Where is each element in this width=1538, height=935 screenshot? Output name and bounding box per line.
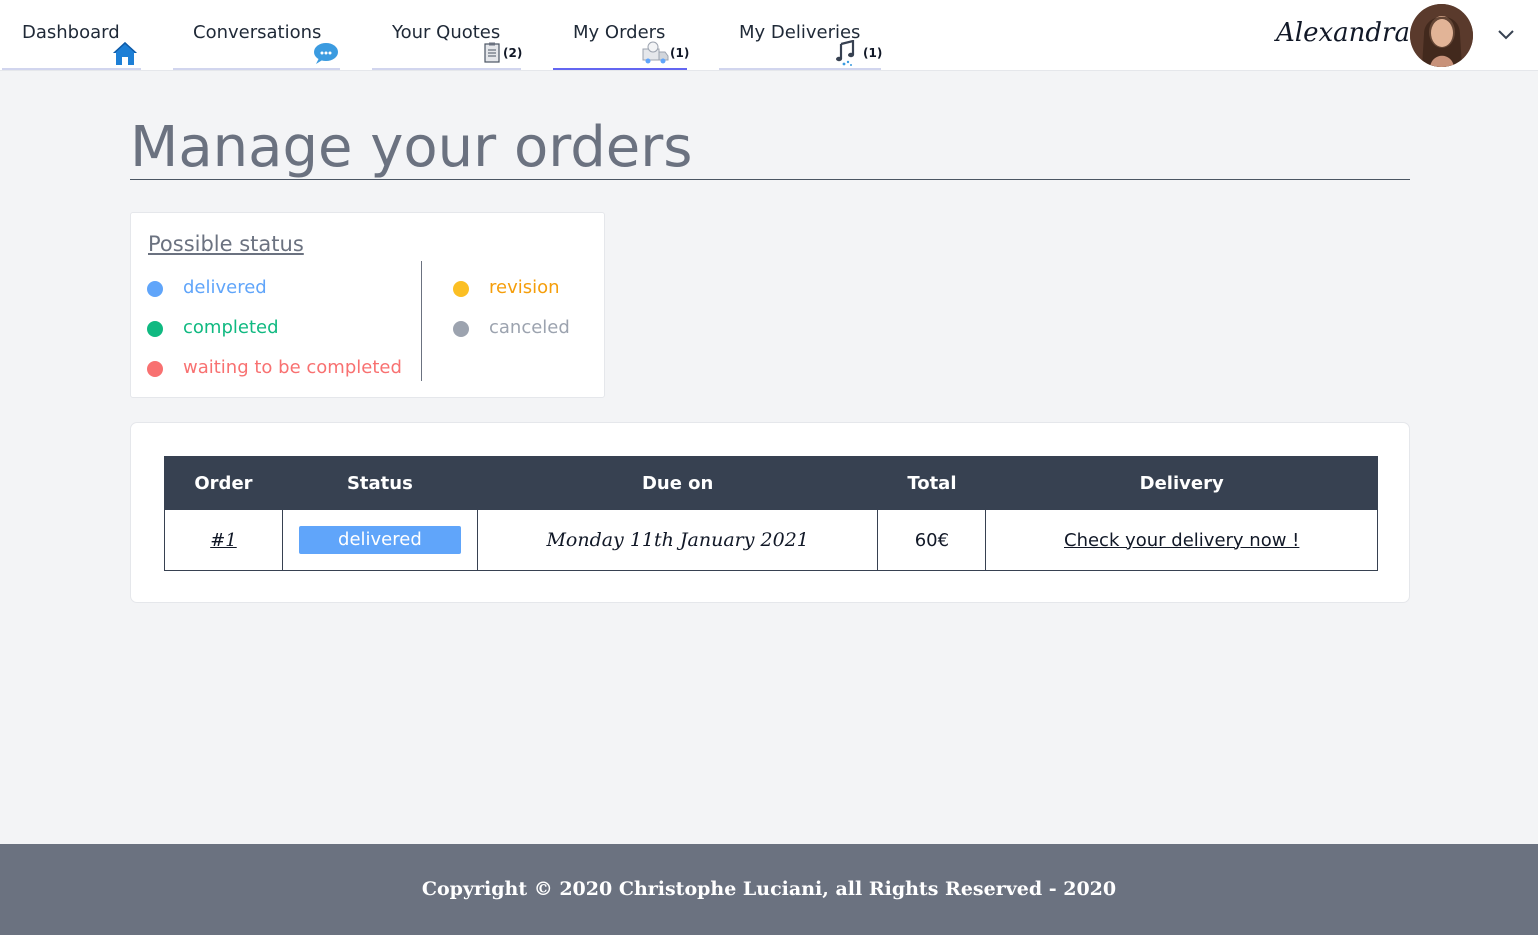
status-dot <box>147 361 163 377</box>
legend-label: canceled <box>489 317 570 338</box>
legend-label: completed <box>183 317 279 338</box>
order-total: 60€ <box>914 529 950 551</box>
order-cell: #1 <box>164 509 283 571</box>
deliveries-count-badge: (1) <box>863 46 883 60</box>
chevron-down-icon[interactable] <box>1494 22 1518 46</box>
nav-label: Dashboard <box>22 22 120 43</box>
check-delivery-link[interactable]: Check your delivery now ! <box>1064 530 1299 551</box>
footer: Copyright © 2020 Christophe Luciani, all… <box>0 844 1538 935</box>
nav-my-orders[interactable]: My Orders (1) <box>553 0 690 70</box>
delivery-cell: Check your delivery now ! <box>985 509 1378 571</box>
table-row: #1 delivered Monday 11th January 2021 60… <box>164 509 1378 571</box>
due-cell: Monday 11th January 2021 <box>476 509 879 571</box>
chat-icon <box>314 43 338 64</box>
orders-count-badge: (1) <box>670 46 690 60</box>
nav-dashboard[interactable]: Dashboard <box>2 0 141 70</box>
nav-conversations[interactable]: Conversations <box>173 0 340 70</box>
page-title: Manage your orders <box>130 112 1410 180</box>
status-dot <box>147 281 163 297</box>
user-name[interactable]: Alexandra <box>1276 18 1410 48</box>
legend-divider <box>421 261 422 381</box>
total-cell: 60€ <box>877 509 987 571</box>
legend-title: Possible status <box>148 232 304 256</box>
column-header-total: Total <box>877 456 987 510</box>
music-note-icon <box>836 40 855 66</box>
status-dot <box>453 281 469 297</box>
status-dot <box>147 321 163 337</box>
due-date: Monday 11th January 2021 <box>546 529 809 551</box>
home-icon <box>113 42 137 65</box>
avatar[interactable] <box>1410 4 1473 67</box>
orders-table: Order Status Due on Total Delivery #1 de… <box>164 456 1378 571</box>
column-header-status: Status <box>281 456 478 510</box>
legend-label: revision <box>489 277 560 298</box>
status-dot <box>453 321 469 337</box>
orders-card: Order Status Due on Total Delivery #1 de… <box>130 422 1410 603</box>
nav-your-quotes[interactable]: Your Quotes (2) <box>372 0 523 70</box>
nav-label: Conversations <box>193 22 322 43</box>
status-legend: Possible status delivered completed wait… <box>130 212 605 398</box>
status-cell: delivered <box>281 509 478 571</box>
table-header-row: Order Status Due on Total Delivery <box>164 456 1378 510</box>
copyright-text: Copyright © 2020 Christophe Luciani, all… <box>421 878 1117 900</box>
top-navigation-bar: Dashboard Conversations Your Quotes (2) … <box>0 0 1538 71</box>
nav-my-deliveries[interactable]: My Deliveries (1) <box>719 0 883 70</box>
legend-label: waiting to be completed <box>183 357 402 378</box>
order-icon <box>642 41 669 64</box>
column-header-delivery: Delivery <box>985 456 1378 510</box>
column-header-order: Order <box>164 456 283 510</box>
status-badge: delivered <box>298 526 461 554</box>
legend-label: delivered <box>183 277 267 298</box>
order-link[interactable]: #1 <box>210 530 237 551</box>
nav-label: Your Quotes <box>392 22 501 43</box>
quotes-count-badge: (2) <box>503 46 523 60</box>
document-icon <box>484 42 500 63</box>
column-header-due-on: Due on <box>476 456 879 510</box>
